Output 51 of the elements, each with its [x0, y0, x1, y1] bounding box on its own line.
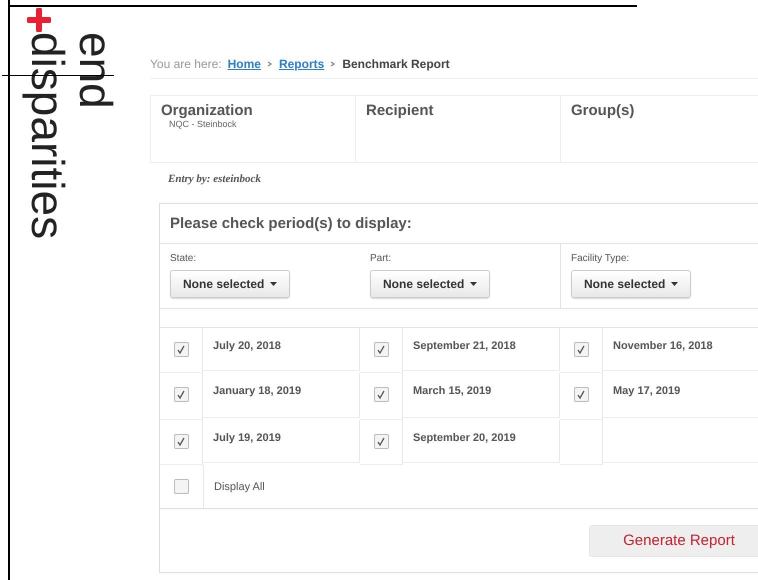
- filter-label: Part:: [370, 253, 392, 264]
- caret-icon: [270, 282, 278, 286]
- dropdown-button[interactable]: None selected: [170, 270, 290, 298]
- info-heading: Organization: [161, 102, 254, 119]
- checkbox[interactable]: [174, 342, 188, 357]
- period-label: May 17, 2019: [613, 385, 680, 397]
- checkbox[interactable]: [374, 342, 388, 357]
- info-value: NQC - Steinbock: [169, 119, 238, 129]
- checkbox[interactable]: [174, 387, 188, 402]
- chevron-icon: [330, 61, 336, 67]
- check-icon: [576, 344, 586, 354]
- dropdown-button[interactable]: None selected: [370, 270, 490, 298]
- check-icon: [176, 390, 186, 400]
- period-label: March 15, 2019: [413, 385, 492, 397]
- checkbox[interactable]: [174, 479, 189, 494]
- check-icon: [376, 344, 386, 354]
- breadcrumb-current: Benchmark Report: [342, 57, 450, 71]
- period-label: July 19, 2019: [213, 432, 281, 444]
- check-icon: [176, 344, 186, 354]
- info-heading: Recipient: [366, 102, 435, 119]
- logo-text: end: [72, 32, 120, 111]
- checkbox[interactable]: [574, 342, 588, 357]
- panel-title: Please check period(s) to display:: [160, 204, 758, 244]
- info-heading: Group(s): [571, 102, 636, 119]
- period-label: September 21, 2018: [413, 340, 516, 352]
- filter-label: Facility Type:: [571, 253, 630, 264]
- generate-report-button[interactable]: Generate Report: [589, 524, 758, 556]
- checkbox[interactable]: [174, 434, 188, 449]
- breadcrumb-link[interactable]: Home: [228, 57, 261, 71]
- checkbox[interactable]: [574, 387, 588, 402]
- check-icon: [376, 390, 386, 400]
- period-label: September 20, 2019: [413, 432, 516, 444]
- plus-icon: [27, 8, 51, 32]
- caret-icon: [671, 282, 678, 286]
- check-icon: [576, 390, 586, 400]
- checkbox-label: Display All: [214, 480, 265, 492]
- checkbox[interactable]: [374, 387, 388, 402]
- logo-text: disparities: [24, 32, 72, 240]
- chevron-icon: [266, 61, 273, 67]
- entry-by-text: Entry by: esteinbock: [168, 173, 262, 185]
- breadcrumb-link[interactable]: Reports: [278, 57, 324, 71]
- period-label: January 18, 2019: [213, 385, 302, 397]
- dropdown-button[interactable]: None selected: [571, 270, 692, 298]
- filter-label: State:: [170, 253, 198, 264]
- check-icon: [176, 436, 186, 446]
- caret-icon: [470, 282, 478, 286]
- period-label: July 20, 2018: [213, 340, 281, 352]
- breadcrumb-label: You are here:: [150, 57, 222, 71]
- period-label: November 16, 2018: [613, 340, 713, 352]
- check-icon: [376, 436, 386, 446]
- checkbox[interactable]: [374, 434, 388, 449]
